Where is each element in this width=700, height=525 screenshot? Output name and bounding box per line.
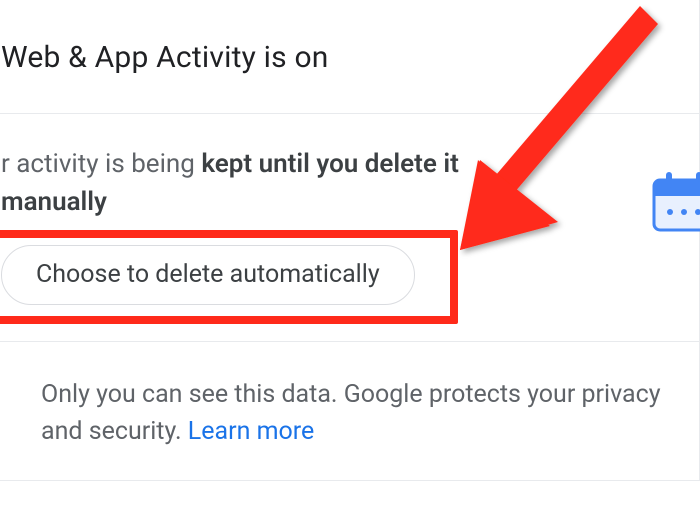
page-title: Web & App Activity is on <box>1 40 669 75</box>
settings-card: Web & App Activity is on r activity is b… <box>0 0 700 481</box>
choose-auto-delete-button[interactable]: Choose to delete automatically <box>1 245 415 305</box>
header-section: Web & App Activity is on <box>0 0 699 114</box>
calendar-icon <box>648 168 700 240</box>
activity-section: r activity is being kept until you delet… <box>0 114 699 342</box>
privacy-body: Only you can see this data. Google prote… <box>41 380 661 446</box>
privacy-section: Only you can see this data. Google prote… <box>0 342 699 480</box>
learn-more-link[interactable]: Learn more <box>188 417 314 446</box>
activity-prefix: r activity is being <box>1 149 201 179</box>
privacy-text: Only you can see this data. Google prote… <box>41 376 669 450</box>
activity-status-text: r activity is being kept until you delet… <box>1 146 561 221</box>
